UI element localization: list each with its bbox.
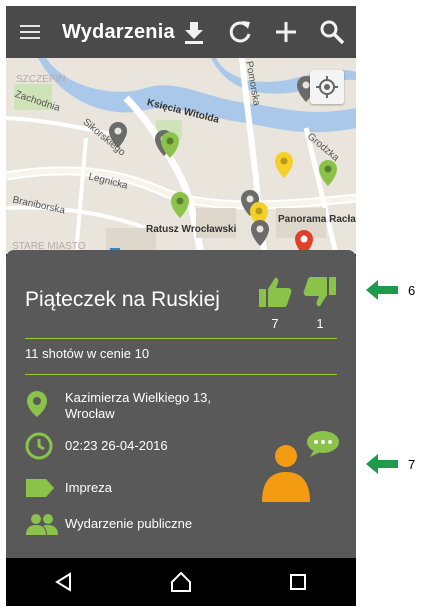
callout-6: 6 bbox=[366, 280, 415, 300]
like-control[interactable]: 7 bbox=[257, 276, 293, 331]
search-icon[interactable] bbox=[318, 18, 346, 46]
event-address-line2: Wrocław bbox=[65, 406, 115, 421]
map-label-panorama: Panorama Racław bbox=[278, 214, 356, 225]
event-address-row: Kazimierza Wielkiego 13, Wrocław bbox=[25, 390, 211, 422]
map-view[interactable]: SZCZEPIN Zachodnia Sikorskiego Księcia W… bbox=[6, 58, 356, 254]
clock-icon bbox=[25, 432, 53, 460]
event-category-row: Impreza bbox=[25, 474, 112, 502]
event-visibility-row: Wydarzenie publiczne bbox=[25, 510, 192, 538]
divider bbox=[25, 338, 337, 339]
chat-bubble-icon[interactable] bbox=[306, 430, 340, 458]
callout-7: 7 bbox=[366, 454, 415, 474]
my-location-button[interactable] bbox=[310, 70, 344, 104]
map-label-szczepin: SZCZEPIN bbox=[16, 74, 66, 85]
event-datetime: 02:23 26-04-2016 bbox=[65, 438, 168, 453]
divider bbox=[25, 374, 337, 375]
plus-icon[interactable] bbox=[272, 18, 300, 46]
home-button[interactable] bbox=[161, 562, 201, 602]
tag-icon bbox=[26, 479, 54, 497]
crosshair-icon bbox=[316, 76, 338, 98]
download-icon[interactable] bbox=[180, 18, 208, 46]
arrow-left-icon bbox=[366, 454, 398, 474]
map-label-ratusz: Ratusz Wrocławski bbox=[146, 224, 237, 235]
arrow-left-icon bbox=[366, 280, 398, 300]
event-title: Piąteczek na Ruskiej bbox=[25, 288, 220, 311]
callout-number: 6 bbox=[408, 282, 416, 298]
thumbs-down-icon[interactable] bbox=[303, 276, 337, 308]
refresh-icon[interactable] bbox=[226, 18, 254, 46]
dislike-count: 1 bbox=[316, 316, 324, 331]
dislike-control[interactable]: 1 bbox=[302, 276, 338, 331]
callout-number: 7 bbox=[408, 456, 416, 472]
group-icon bbox=[26, 514, 58, 535]
recents-square-icon bbox=[289, 574, 306, 590]
app-bar-actions bbox=[180, 18, 346, 46]
back-button[interactable] bbox=[44, 562, 84, 602]
event-address-line1: Kazimierza Wielkiego 13, bbox=[65, 390, 211, 405]
event-datetime-row: 02:23 26-04-2016 bbox=[25, 432, 168, 460]
location-pin-icon bbox=[27, 391, 47, 417]
recents-button[interactable] bbox=[278, 562, 318, 602]
organizer-avatar[interactable] bbox=[258, 430, 340, 504]
event-category: Impreza bbox=[65, 480, 112, 495]
home-icon bbox=[170, 571, 191, 592]
back-triangle-icon bbox=[55, 572, 72, 592]
event-description: 11 shotów w cenie 10 bbox=[25, 346, 150, 361]
app-bar: Wydarzenia bbox=[6, 6, 356, 58]
system-navigation-bar bbox=[6, 558, 356, 606]
event-details-sheet: Piąteczek na Ruskiej 7 1 11 shotów w cen… bbox=[6, 250, 356, 562]
app-title: Wydarzenia bbox=[62, 20, 175, 43]
menu-icon[interactable] bbox=[20, 19, 46, 45]
event-visibility: Wydarzenie publiczne bbox=[65, 516, 193, 531]
like-count: 7 bbox=[271, 316, 279, 331]
phone-screen: Wydarzenia SZCZEPIN Zachodnia Sikorskieg… bbox=[6, 6, 356, 606]
thumbs-up-icon[interactable] bbox=[258, 276, 292, 308]
